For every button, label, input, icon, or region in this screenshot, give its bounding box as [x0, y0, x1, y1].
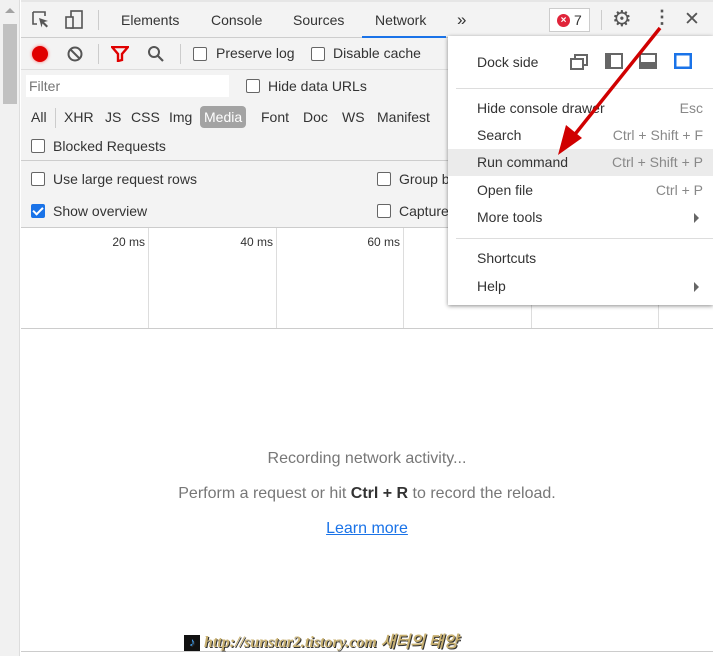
hint-shortcut: Ctrl + R	[350, 485, 409, 502]
watermark-text: http://sunstar2.tistory.com 새터의 태양	[204, 634, 459, 651]
submenu-arrow-icon	[694, 213, 699, 223]
clear-icon[interactable]	[67, 46, 83, 62]
type-filter-manifest[interactable]: Manifest	[377, 109, 430, 125]
menu-item-run-command[interactable]: Run command Ctrl + Shift + P	[448, 149, 713, 176]
preserve-log-checkbox[interactable]	[193, 47, 207, 61]
disable-cache-label[interactable]: Disable cache	[333, 45, 421, 61]
music-note-icon: ♪	[184, 635, 200, 652]
error-count: 7	[574, 12, 582, 28]
large-rows-label[interactable]: Use large request rows	[53, 171, 197, 187]
search-icon[interactable]	[147, 45, 165, 63]
menu-item-shortcut: Ctrl + Shift + F	[612, 127, 703, 143]
type-filter-img[interactable]: Img	[169, 109, 192, 125]
show-overview-label[interactable]: Show overview	[53, 203, 147, 219]
group-checkbox[interactable]	[377, 172, 391, 186]
recording-message: Recording network activity...	[267, 450, 467, 467]
scrollbar[interactable]	[0, 0, 20, 656]
tab-sources[interactable]: Sources	[293, 12, 344, 28]
settings-gear-icon[interactable]: ⚙	[612, 6, 632, 32]
more-options-icon[interactable]: ⋮	[653, 7, 671, 28]
menu-item-label: More tools	[477, 209, 543, 225]
menu-item-search[interactable]: Search Ctrl + Shift + F	[448, 122, 713, 149]
type-filter-all[interactable]: All	[31, 109, 47, 125]
learn-more-link[interactable]: Learn more	[326, 520, 408, 537]
device-toolbar-icon[interactable]	[65, 10, 85, 30]
menu-item-shortcut: Ctrl + Shift + P	[611, 154, 703, 170]
menu-item-label: Run command	[477, 154, 569, 170]
menu-item-label: Shortcuts	[477, 250, 537, 266]
tick-label: 20 ms	[112, 235, 145, 249]
type-filter-ws[interactable]: WS	[342, 109, 365, 125]
menu-item-label: Open file	[477, 182, 534, 198]
more-options-menu: Dock side Hide console drawer Esc Search Ct…	[448, 36, 713, 305]
hint-text: Perform a request or hit	[178, 485, 351, 502]
menu-item-more-tools[interactable]: More tools	[448, 204, 713, 231]
menu-item-label: Hide console drawer	[477, 100, 605, 116]
menu-item-label: Help	[477, 278, 506, 294]
hide-data-urls-label[interactable]: Hide data URLs	[268, 78, 367, 94]
inspect-element-icon[interactable]	[31, 10, 51, 30]
menu-item-shortcut: Esc	[679, 100, 703, 116]
tab-bar: Elements Console Sources Network » × 7 ⚙…	[21, 0, 713, 38]
type-filter-xhr[interactable]: XHR	[64, 109, 94, 125]
dock-left-icon[interactable]	[605, 53, 623, 69]
hint-text: to record the reload.	[408, 485, 556, 502]
type-filter-media[interactable]: Media	[200, 106, 247, 128]
close-icon[interactable]: ✕	[684, 8, 700, 31]
tab-network[interactable]: Network	[375, 12, 426, 28]
type-filter-js[interactable]: JS	[105, 109, 121, 125]
tab-elements[interactable]: Elements	[121, 12, 179, 28]
menu-item-hide-console-drawer[interactable]: Hide console drawer Esc	[448, 95, 713, 122]
menu-item-label: Search	[477, 127, 522, 143]
submenu-arrow-icon	[694, 282, 699, 292]
more-tabs-button[interactable]: »	[457, 10, 466, 30]
scrollbar-thumb[interactable]	[3, 24, 17, 104]
capture-label[interactable]: Capture	[399, 203, 449, 219]
capture-checkbox[interactable]	[377, 204, 391, 218]
hide-data-urls-checkbox[interactable]	[246, 79, 260, 93]
type-filter-doc[interactable]: Doc	[303, 109, 328, 125]
filter-icon[interactable]	[111, 46, 129, 62]
disable-cache-checkbox[interactable]	[311, 47, 325, 61]
dock-right-icon[interactable]	[674, 53, 692, 69]
scroll-up-icon[interactable]	[5, 8, 15, 13]
watermark: ♪ http://sunstar2.tistory.com 새터의 태양	[184, 628, 534, 652]
reload-hint: Perform a request or hit Ctrl + R to rec…	[21, 485, 713, 503]
menu-item-help[interactable]: Help	[448, 273, 713, 300]
menu-item-shortcut: Ctrl + P	[655, 182, 703, 198]
filter-input[interactable]	[26, 75, 229, 97]
show-overview-checkbox[interactable]	[31, 204, 45, 218]
tick-label: 40 ms	[240, 235, 273, 249]
blocked-requests-label[interactable]: Blocked Requests	[53, 138, 166, 154]
tab-console[interactable]: Console	[211, 12, 262, 28]
dock-side-label: Dock side	[477, 54, 539, 70]
blocked-requests-checkbox[interactable]	[31, 139, 45, 153]
preserve-log-label[interactable]: Preserve log	[216, 45, 295, 61]
error-icon: ×	[557, 14, 570, 27]
menu-item-shortcuts[interactable]: Shortcuts	[448, 245, 713, 272]
dock-undock-icon[interactable]	[570, 54, 588, 70]
type-filter-font[interactable]: Font	[261, 109, 289, 125]
tick-label: 60 ms	[367, 235, 400, 249]
group-label[interactable]: Group b	[399, 171, 450, 187]
dock-bottom-icon[interactable]	[639, 53, 657, 69]
menu-item-open-file[interactable]: Open file Ctrl + P	[448, 177, 713, 204]
error-count-button[interactable]: × 7	[549, 8, 590, 32]
type-filter-css[interactable]: CSS	[131, 109, 160, 125]
record-button[interactable]	[32, 46, 48, 62]
large-rows-checkbox[interactable]	[31, 172, 45, 186]
